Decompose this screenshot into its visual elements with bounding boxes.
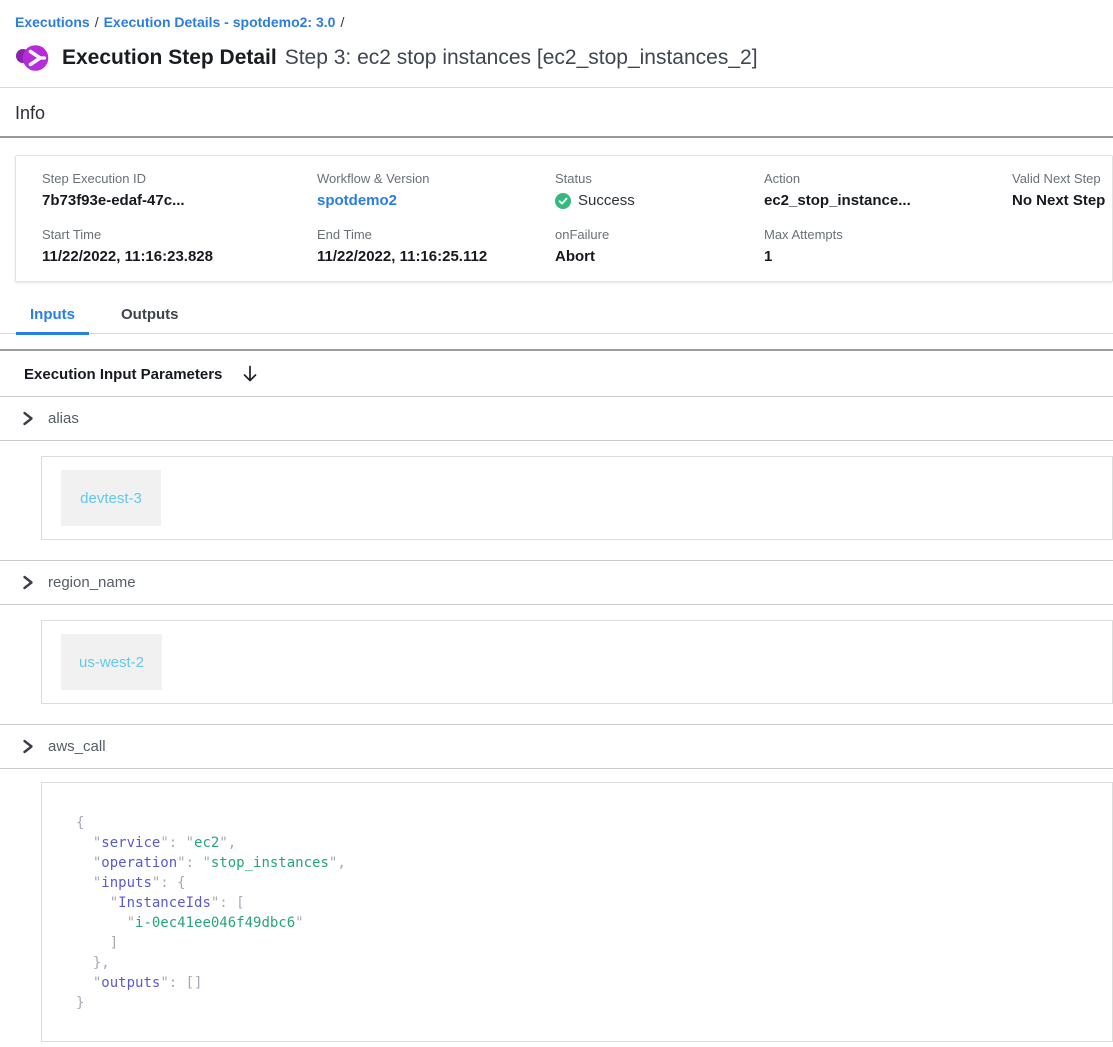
tab-outputs[interactable]: Outputs bbox=[107, 294, 193, 335]
field-max-attempts: Max Attempts 1 bbox=[764, 227, 1012, 265]
field-label: Workflow & Version bbox=[317, 171, 555, 186]
field-valid-next-step: Valid Next Step No Next Step bbox=[1012, 171, 1112, 209]
section-row-alias[interactable]: alias bbox=[0, 397, 1113, 440]
field-workflow-version: Workflow & Version spotdemo2 bbox=[317, 171, 555, 209]
field-label: Max Attempts bbox=[764, 227, 1012, 242]
section-content-aws-call: { "service": "ec2", "operation": "stop_i… bbox=[0, 769, 1113, 1042]
field-start-time: Start Time 11/22/2022, 11:16:23.828 bbox=[42, 227, 317, 265]
section-content-alias: devtest-3 bbox=[0, 441, 1113, 560]
field-label: Step Execution ID bbox=[42, 171, 317, 186]
field-value: 1 bbox=[764, 248, 1012, 265]
breadcrumb-link-execution-details[interactable]: Execution Details - spotdemo2: 3.0 bbox=[104, 14, 336, 30]
field-end-time: End Time 11/22/2022, 11:16:25.112 bbox=[317, 227, 555, 265]
field-label: Start Time bbox=[42, 227, 317, 242]
field-value: 11/22/2022, 11:16:23.828 bbox=[42, 248, 317, 265]
execution-input-parameters-row: Execution Input Parameters bbox=[0, 351, 1113, 396]
field-label: End Time bbox=[317, 227, 555, 242]
section-name: aws_call bbox=[48, 738, 106, 755]
value-box: us-west-2 bbox=[41, 620, 1113, 704]
field-value: 11/22/2022, 11:16:25.112 bbox=[317, 248, 555, 265]
field-value: ec2_stop_instance... bbox=[764, 192, 1012, 209]
value-box: devtest-3 bbox=[41, 456, 1113, 540]
field-value: No Next Step bbox=[1012, 192, 1112, 209]
app-logo-icon bbox=[15, 42, 49, 74]
chevron-right-icon bbox=[20, 739, 35, 754]
success-check-icon bbox=[555, 193, 571, 209]
section-name: region_name bbox=[48, 574, 136, 591]
json-code: { "service": "ec2", "operation": "stop_i… bbox=[76, 813, 1112, 1013]
field-label: onFailure bbox=[555, 227, 764, 242]
field-label: Status bbox=[555, 171, 764, 186]
status-value: Success bbox=[578, 192, 635, 209]
section-row-region-name[interactable]: region_name bbox=[0, 561, 1113, 604]
breadcrumb: Executions/Execution Details - spotdemo2… bbox=[0, 0, 1113, 30]
section-row-aws-call[interactable]: aws_call bbox=[0, 725, 1113, 768]
execution-input-parameters-heading: Execution Input Parameters bbox=[24, 366, 222, 383]
field-label: Valid Next Step bbox=[1012, 171, 1112, 186]
value-chip-region-name: us-west-2 bbox=[61, 634, 162, 690]
breadcrumb-link-executions[interactable]: Executions bbox=[15, 14, 90, 30]
section-content-region-name: us-west-2 bbox=[0, 605, 1113, 724]
field-status: Status Success bbox=[555, 171, 764, 209]
json-code-box: { "service": "ec2", "operation": "stop_i… bbox=[41, 782, 1113, 1042]
chevron-right-icon bbox=[20, 575, 35, 590]
field-onfailure: onFailure Abort bbox=[555, 227, 764, 265]
section-name: alias bbox=[48, 410, 79, 427]
breadcrumb-separator: / bbox=[95, 14, 99, 30]
field-action: Action ec2_stop_instance... bbox=[764, 171, 1012, 209]
info-card: Step Execution ID 7b73f93e-edaf-47c... W… bbox=[15, 155, 1113, 282]
field-value: 7b73f93e-edaf-47c... bbox=[42, 192, 317, 209]
workflow-link[interactable]: spotdemo2 bbox=[317, 192, 397, 209]
field-step-execution-id: Step Execution ID 7b73f93e-edaf-47c... bbox=[42, 171, 317, 209]
value-chip-alias: devtest-3 bbox=[61, 470, 161, 526]
field-empty bbox=[1012, 227, 1112, 265]
tab-inputs[interactable]: Inputs bbox=[16, 294, 89, 335]
field-label: Action bbox=[764, 171, 1012, 186]
divider bbox=[0, 136, 1113, 138]
chevron-right-icon bbox=[20, 411, 35, 426]
info-section-heading: Info bbox=[0, 88, 1113, 136]
page-title: Execution Step Detail bbox=[62, 46, 277, 69]
tab-bar: Inputs Outputs bbox=[0, 294, 1113, 334]
page-subtitle: Step 3: ec2 stop instances [ec2_stop_ins… bbox=[285, 46, 758, 69]
download-arrow-icon[interactable] bbox=[240, 364, 260, 384]
page-header: Execution Step Detail Step 3: ec2 stop in… bbox=[15, 42, 1113, 74]
field-value: Abort bbox=[555, 248, 764, 265]
breadcrumb-separator: / bbox=[340, 14, 344, 30]
